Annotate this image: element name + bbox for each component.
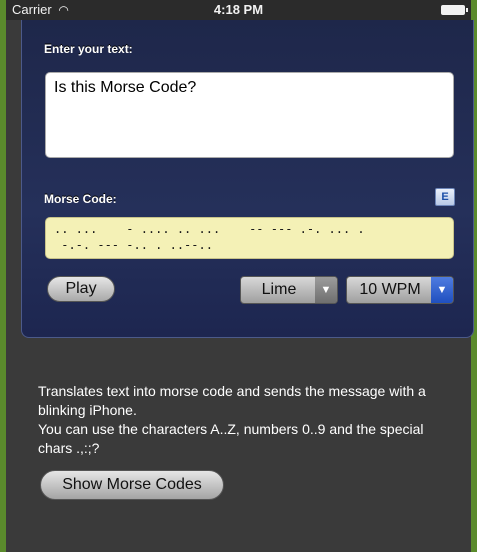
enter-text-label: Enter your text: [44,42,133,56]
color-select-value: Lime [261,281,297,298]
morse-code-label: Morse Code: [44,192,117,206]
morse-output: .. ... - .... .. ... -- --- .-. ... . -.… [45,217,454,259]
description-text: Translates text into morse code and send… [38,382,458,458]
app-screen: Carrier ◠ 4:18 PM Enter your text: Is th… [0,0,477,552]
speed-select-value: 10 WPM [359,281,421,298]
play-button[interactable]: Play [47,276,115,302]
battery-icon [441,5,468,15]
color-select[interactable]: Lime ▼ [240,276,338,304]
speed-select[interactable]: 10 WPM ▼ [346,276,454,304]
status-bar: Carrier ◠ 4:18 PM [6,0,471,20]
email-icon[interactable]: E [435,188,455,206]
description-line: Translates text into morse code and send… [38,383,426,418]
status-time: 4:18 PM [213,2,264,17]
description-line: You can use the characters A..Z, numbers… [38,421,424,456]
text-input[interactable]: Is this Morse Code? [45,72,454,158]
chevron-down-icon: ▼ [315,277,337,303]
chevron-down-icon: ▼ [431,277,453,303]
show-morse-codes-button[interactable]: Show Morse Codes [40,470,224,500]
translator-panel: Enter your text: Is this Morse Code? Mor… [21,20,474,338]
